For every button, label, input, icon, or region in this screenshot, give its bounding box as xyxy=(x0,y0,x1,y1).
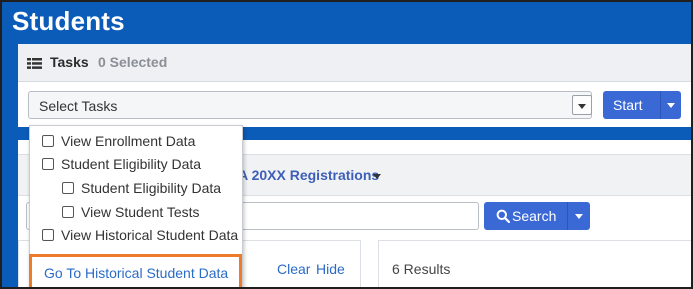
menu-item-view-enrollment-data[interactable]: View Enrollment Data xyxy=(42,133,195,153)
chevron-down-icon xyxy=(667,103,675,108)
chevron-down-icon[interactable] xyxy=(373,174,381,179)
start-button[interactable]: Start xyxy=(603,91,681,119)
start-options-toggle[interactable] xyxy=(660,91,681,119)
results-panel: 6 Results xyxy=(378,240,691,287)
chevron-down-icon xyxy=(575,214,583,219)
search-button[interactable]: Search xyxy=(484,202,590,230)
hide-link[interactable]: Hide xyxy=(316,261,345,277)
list-icon xyxy=(27,58,42,69)
search-button-label: Search xyxy=(512,208,557,224)
tasks-title: Tasks xyxy=(50,54,89,70)
menu-item-view-student-tests[interactable]: View Student Tests xyxy=(62,204,200,224)
search-icon xyxy=(496,209,510,223)
tasks-header: Tasks 0 Selected xyxy=(18,44,691,82)
students-window: Students Tasks 0 Selected Select Tasks S… xyxy=(0,0,693,289)
checkbox[interactable] xyxy=(42,158,54,170)
page-title: Students xyxy=(12,6,125,36)
menu-item-label: Student Eligibility Data xyxy=(61,156,202,172)
menu-item-label: View Student Tests xyxy=(81,204,200,220)
start-button-label: Start xyxy=(613,97,643,113)
menu-item-student-eligibility-data[interactable]: Student Eligibility Data xyxy=(42,156,201,176)
page-header: Students xyxy=(2,2,691,44)
menu-item-label: View Historical Student Data xyxy=(61,227,239,243)
menu-item-label: Student Eligibility Data xyxy=(81,180,222,196)
registration-selector[interactable]: CA 20XX Registrations xyxy=(228,167,379,183)
tasks-selected-count: 0 Selected xyxy=(98,54,168,70)
checkbox[interactable] xyxy=(62,206,74,218)
checkbox[interactable] xyxy=(42,135,54,147)
checkbox[interactable] xyxy=(42,229,54,241)
tasks-panel: Tasks 0 Selected Select Tasks Start xyxy=(18,44,691,127)
menu-item-label: View Enrollment Data xyxy=(61,133,196,149)
go-to-historical-student-data-label: Go To Historical Student Data xyxy=(44,265,229,281)
results-count: 6 Results xyxy=(392,261,451,277)
checkbox[interactable] xyxy=(62,182,74,194)
select-tasks-value: Select Tasks xyxy=(39,98,118,114)
clear-link[interactable]: Clear xyxy=(277,261,310,277)
menu-item-student-eligibility-data-sub[interactable]: Student Eligibility Data xyxy=(62,180,221,200)
select-tasks-toggle[interactable] xyxy=(572,95,592,115)
chevron-down-icon xyxy=(578,104,586,109)
search-options-toggle[interactable] xyxy=(567,202,590,230)
go-to-historical-student-data-button[interactable]: Go To Historical Student Data xyxy=(29,254,242,287)
select-tasks-dropdown[interactable]: Select Tasks xyxy=(28,91,592,119)
menu-item-view-historical-student-data[interactable]: View Historical Student Data xyxy=(42,227,238,247)
